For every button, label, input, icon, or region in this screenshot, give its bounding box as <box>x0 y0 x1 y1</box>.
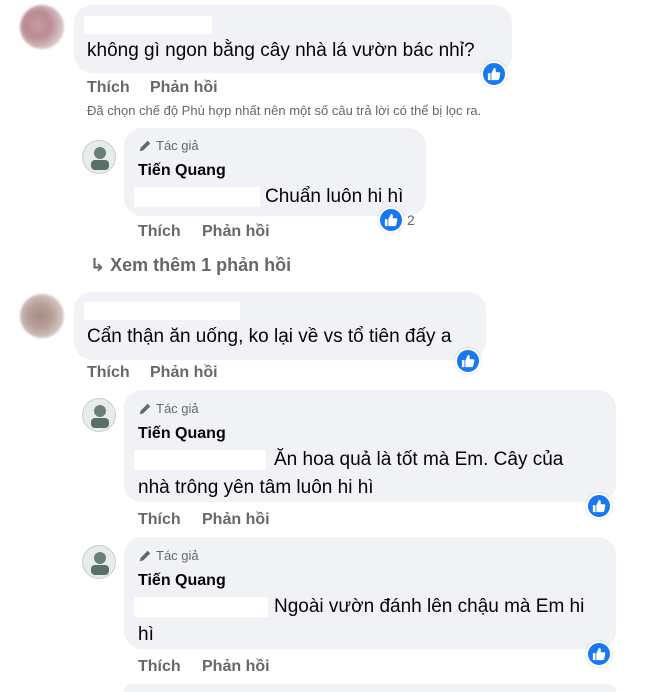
reply-text-line-2: nhà trông yên tâm luôn hi hì <box>138 477 374 498</box>
like-button[interactable]: Thích <box>138 511 181 529</box>
mention-redacted <box>134 597 268 617</box>
view-more-replies[interactable]: ↳ Xem thêm 1 phản hồi <box>90 255 291 276</box>
reply-text-line-1: Ngoài vườn đánh lên chậu mà Em hi <box>274 596 585 617</box>
author-badge: Tác giả <box>138 138 199 153</box>
author-tag-label: Tác giả <box>156 138 199 153</box>
reply-button[interactable]: Phản hồi <box>202 223 270 241</box>
pencil-icon <box>139 140 151 151</box>
reaction-count[interactable]: 2 <box>407 212 415 228</box>
author-badge: Tác giả <box>138 548 199 563</box>
mention-redacted <box>134 450 266 470</box>
like-button[interactable]: Thích <box>87 79 130 97</box>
comment-text: không gì ngon bằng cây nhà lá vườn bác n… <box>87 40 475 61</box>
pencil-icon <box>139 403 151 414</box>
commenter-name-redacted <box>84 16 212 34</box>
commenter-avatar[interactable] <box>20 5 64 49</box>
reply-button[interactable]: Phản hồi <box>202 511 270 529</box>
author-name[interactable]: Tiến Quang <box>138 162 226 180</box>
author-avatar[interactable] <box>82 398 116 432</box>
reply-arrow-icon: ↳ <box>90 255 106 275</box>
author-avatar[interactable] <box>82 140 116 174</box>
reply-button[interactable]: Phản hồi <box>150 364 218 382</box>
commenter-avatar[interactable] <box>20 294 64 338</box>
comment-text: Cẩn thận ăn uống, ko lại về vs tổ tiên đ… <box>87 326 452 347</box>
like-button[interactable]: Thích <box>138 223 181 241</box>
reply-button[interactable]: Phản hồi <box>150 79 218 97</box>
author-badge: Tác giả <box>138 401 199 416</box>
like-button[interactable]: Thích <box>87 364 130 382</box>
reply-button[interactable]: Phản hồi <box>202 658 270 676</box>
author-tag-label: Tác giả <box>156 548 199 563</box>
like-icon[interactable] <box>586 493 612 519</box>
view-more-label: Xem thêm 1 phản hồi <box>110 255 292 275</box>
like-icon[interactable] <box>481 61 507 87</box>
pencil-icon <box>139 550 151 561</box>
filter-note: Đã chọn chế độ Phù hợp nhất nên một số c… <box>87 103 482 118</box>
like-icon[interactable] <box>586 641 612 667</box>
author-name[interactable]: Tiến Quang <box>138 425 226 443</box>
reply-text: Chuẩn luôn hi hì <box>265 186 404 207</box>
reply-text-line-1: Ăn hoa quả là tốt mà Em. Cây của <box>274 449 564 470</box>
author-avatar[interactable] <box>82 545 116 579</box>
reply-text-line-2: hì <box>138 624 154 645</box>
author-name[interactable]: Tiến Quang <box>138 572 226 590</box>
author-tag-label: Tác giả <box>156 401 199 416</box>
mention-redacted <box>134 187 260 207</box>
reply-bubble-partial <box>124 684 616 692</box>
like-icon[interactable] <box>455 348 481 374</box>
commenter-name-redacted <box>84 302 240 320</box>
like-icon[interactable] <box>378 207 404 233</box>
like-button[interactable]: Thích <box>138 658 181 676</box>
